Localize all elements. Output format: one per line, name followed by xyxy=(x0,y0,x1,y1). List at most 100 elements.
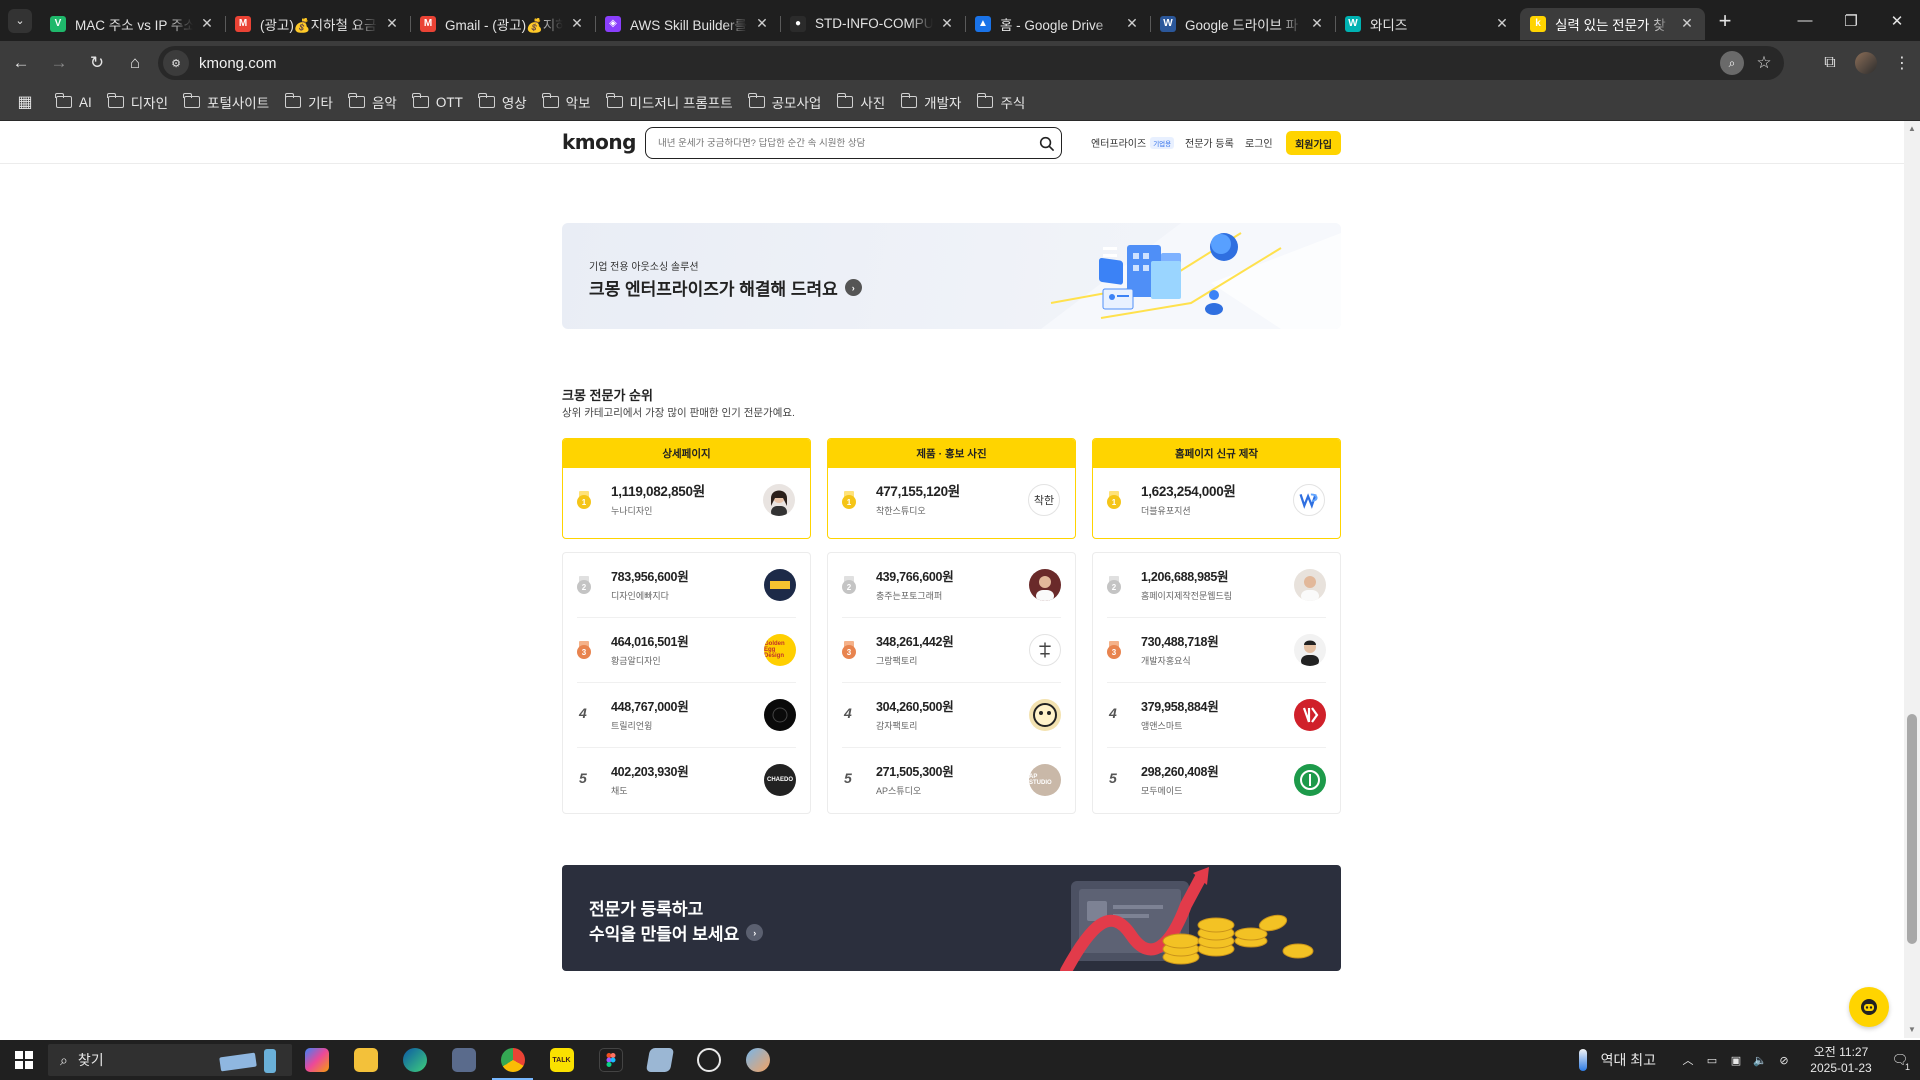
rank-row-4[interactable]: 4 304,260,500원 감자팩토리 xyxy=(842,683,1061,748)
weather-widget[interactable]: 역대 최고 xyxy=(1578,1049,1656,1071)
expert-avatar[interactable] xyxy=(1029,699,1061,731)
expert-avatar[interactable] xyxy=(764,569,796,601)
expert-avatar[interactable] xyxy=(1029,569,1061,601)
login-link[interactable]: 로그인 xyxy=(1245,135,1273,150)
tab-8[interactable]: W 와디즈 ✕ xyxy=(1335,8,1520,40)
bookmark-folder[interactable]: 개발자 xyxy=(893,88,969,116)
close-window-button[interactable]: ✕ xyxy=(1874,0,1920,41)
back-button[interactable]: ← xyxy=(4,46,38,80)
register-expert-banner[interactable]: 전문가 등록하고 수익을 만들어 보세요 › xyxy=(562,865,1341,971)
notification-button[interactable]: 🗨 1 xyxy=(1880,1040,1920,1080)
bookmark-folder[interactable]: 미드저니 프롬프트 xyxy=(599,88,741,116)
bookmark-folder[interactable]: 기타 xyxy=(277,88,341,116)
bookmark-folder[interactable]: 악보 xyxy=(535,88,599,116)
bookmark-folder[interactable]: 공모사업 xyxy=(741,88,830,116)
expert-avatar[interactable]: CHAEDO xyxy=(764,764,796,796)
expert-avatar[interactable]: AP STUDIO xyxy=(1029,764,1061,796)
top-expert-card[interactable]: 제품 · 홍보 사진 1 477,155,120원 착한스튜디오 착한 xyxy=(827,438,1076,539)
tab-search-button[interactable]: ⌄ xyxy=(8,8,32,33)
volume-icon[interactable]: 🔈 xyxy=(1748,1040,1772,1080)
taskbar-search[interactable]: ⌕ 찾기 xyxy=(48,1044,292,1076)
new-tab-button[interactable]: + xyxy=(1709,5,1741,37)
category-header[interactable]: 상세페이지 xyxy=(563,439,810,468)
profile-button[interactable] xyxy=(1848,45,1884,81)
tab-5[interactable]: ● STD-INFO-COMPUTI ✕ xyxy=(780,8,966,40)
start-button[interactable] xyxy=(0,1040,48,1080)
category-header[interactable]: 제품 · 홍보 사진 xyxy=(828,439,1075,468)
expert-avatar[interactable] xyxy=(764,699,796,731)
taskbar-chatgpt[interactable] xyxy=(684,1040,733,1080)
tray-overflow-icon[interactable]: ︿ xyxy=(1676,1040,1700,1080)
expert-avatar[interactable] xyxy=(1294,569,1326,601)
close-icon[interactable]: ✕ xyxy=(939,15,955,32)
tab-3[interactable]: M Gmail - (광고)💰지하 ✕ xyxy=(410,8,596,40)
no-connection-icon[interactable]: ⊘ xyxy=(1772,1040,1796,1080)
signup-button[interactable]: 회원가입 xyxy=(1286,131,1341,155)
network-icon[interactable]: ▭ xyxy=(1700,1040,1724,1080)
rank-row-2[interactable]: 2 783,956,600원 디자인에빠지다 xyxy=(577,553,796,618)
home-button[interactable]: ⌂ xyxy=(118,46,152,80)
top-expert-card[interactable]: 상세페이지 1 1,119,082,850원 누나디자인 xyxy=(562,438,811,539)
tab-2[interactable]: M (광고)💰지하철 요금 ✕ xyxy=(225,8,411,40)
rank-row-5[interactable]: 5 298,260,408원 모두메이드 xyxy=(1107,748,1326,813)
expert-avatar[interactable] xyxy=(1294,634,1326,666)
close-icon[interactable]: ✕ xyxy=(1309,15,1325,32)
restore-button[interactable]: ❐ xyxy=(1828,0,1874,41)
clock[interactable]: 오전 11:27 2025-01-23 xyxy=(1802,1044,1880,1076)
taskbar-app-people[interactable] xyxy=(439,1040,488,1080)
rank-row-4[interactable]: 4 448,767,000원 트릴리언윙 xyxy=(577,683,796,748)
scroll-up-icon[interactable]: ▲ xyxy=(1904,121,1920,137)
expert-avatar[interactable] xyxy=(1029,634,1061,666)
kmong-logo[interactable]: kmong xyxy=(562,130,636,154)
url-text[interactable]: kmong.com xyxy=(199,55,277,72)
enterprise-banner[interactable]: 기업 전용 아웃소싱 솔루션 크몽 엔터프라이즈가 해결해 드려요 › xyxy=(562,223,1341,329)
menu-button[interactable]: ⋮ xyxy=(1884,45,1920,81)
expert-avatar[interactable]: Golden Egg Design xyxy=(764,634,796,666)
bookmark-folder[interactable]: OTT xyxy=(405,88,471,116)
apps-grid-button[interactable]: ▦ xyxy=(14,91,36,113)
enterprise-link[interactable]: 엔터프라이즈 기업용 xyxy=(1091,135,1175,150)
taskbar-kakaotalk[interactable]: TALK xyxy=(537,1040,586,1080)
tab-1[interactable]: V MAC 주소 vs IP 주소 ✕ xyxy=(40,8,226,40)
rank-row-4[interactable]: 4 379,958,884원 앵앤스마트 xyxy=(1107,683,1326,748)
taskbar-paint[interactable] xyxy=(733,1040,782,1080)
bookmark-folder[interactable]: 음악 xyxy=(341,88,405,116)
close-icon[interactable]: ✕ xyxy=(1679,15,1695,32)
rank-row-3[interactable]: 3 464,016,501원 황금알디자인 Golden Egg Design xyxy=(577,618,796,683)
close-icon[interactable]: ✕ xyxy=(199,15,215,32)
page-scrollbar[interactable]: ▲ ▼ xyxy=(1904,121,1920,1038)
bookmark-folder[interactable]: 디자인 xyxy=(100,88,176,116)
tab-9[interactable]: k 실력 있는 전문가 찾 ✕ xyxy=(1520,7,1705,40)
forward-button[interactable]: → xyxy=(42,46,76,80)
category-header[interactable]: 홈페이지 신규 제작 xyxy=(1093,439,1340,468)
close-icon[interactable]: ✕ xyxy=(1124,15,1140,32)
close-icon[interactable]: ✕ xyxy=(384,15,400,32)
site-info-button[interactable]: ⚙ xyxy=(163,50,189,76)
extensions-button[interactable]: ⧉ xyxy=(1812,45,1848,81)
top-expert-card[interactable]: 홈페이지 신규 제작 1 1,623,254,000원 더블유포지션 xyxy=(1092,438,1341,539)
chat-button[interactable] xyxy=(1849,987,1889,1027)
close-icon[interactable]: ✕ xyxy=(1494,15,1510,32)
scrollbar-thumb[interactable] xyxy=(1907,714,1917,944)
bookmark-folder[interactable]: 영상 xyxy=(471,88,535,116)
expert-avatar[interactable] xyxy=(1293,484,1325,516)
taskbar-notes[interactable] xyxy=(635,1040,684,1080)
rank-row-1[interactable]: 1 1,623,254,000원 더블유포지션 xyxy=(1093,468,1340,533)
tab-6[interactable]: ▲ 홈 - Google Drive ✕ xyxy=(965,8,1151,40)
rank-row-5[interactable]: 5 271,505,300원 AP스튜디오 AP STUDIO xyxy=(842,748,1061,813)
taskbar-edge[interactable] xyxy=(390,1040,439,1080)
rank-row-5[interactable]: 5 402,203,930원 채도 CHAEDO xyxy=(577,748,796,813)
rank-row-3[interactable]: 3 348,261,442원 그랑팩토리 xyxy=(842,618,1061,683)
bookmark-star-button[interactable]: ☆ xyxy=(1752,50,1776,76)
taskbar-figma[interactable] xyxy=(586,1040,635,1080)
rank-row-2[interactable]: 2 439,766,600원 충주는포토그래퍼 xyxy=(842,553,1061,618)
taskbar-file-explorer[interactable] xyxy=(341,1040,390,1080)
close-icon[interactable]: ✕ xyxy=(754,15,770,32)
zoom-button[interactable]: ⌕ xyxy=(1720,51,1744,75)
bookmark-folder[interactable]: 주식 xyxy=(969,88,1033,116)
bookmark-folder[interactable]: 포털사이트 xyxy=(176,88,277,116)
expert-avatar[interactable]: 착한 xyxy=(1028,484,1060,516)
expert-avatar[interactable] xyxy=(763,484,795,516)
scroll-down-icon[interactable]: ▼ xyxy=(1904,1022,1920,1038)
expert-avatar[interactable] xyxy=(1294,764,1326,796)
